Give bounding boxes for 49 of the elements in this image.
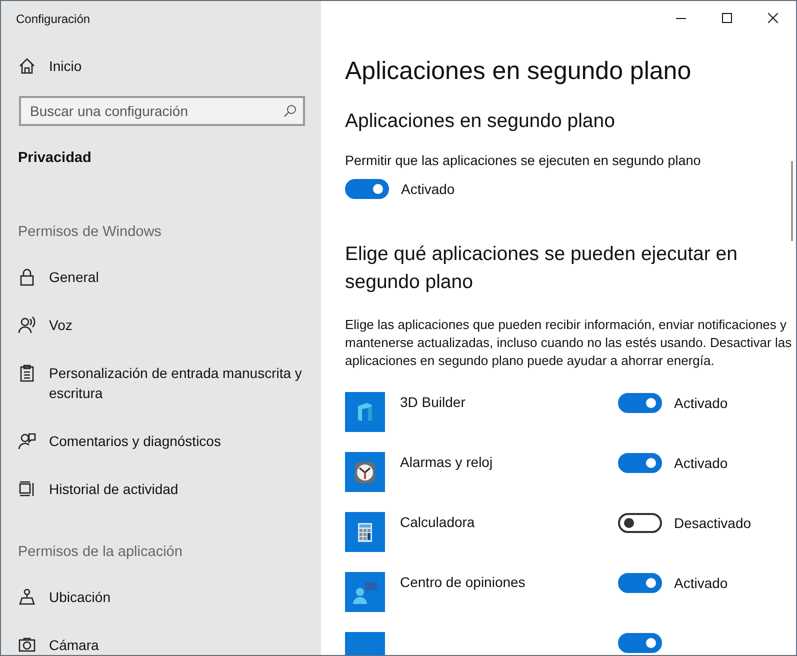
nav-item[interactable]: Comentarios y diagnósticos <box>1 431 321 451</box>
app-name: Alarmas y reloj <box>399 454 494 470</box>
section-heading: Elige qué aplicaciones se pueden ejecutar en segundo plano <box>345 242 738 295</box>
setting-label: Permitir que las aplicaciones se ejecuten en segundo plano <box>345 153 702 168</box>
person-comment-icon <box>18 432 36 450</box>
home-icon <box>18 57 36 75</box>
timeline-icon <box>18 480 36 498</box>
calculator-icon <box>345 512 385 552</box>
app-name: 3D Builder <box>399 394 466 410</box>
clock-icon <box>345 452 385 492</box>
clipboard-icon <box>18 364 36 382</box>
toggle-switch[interactable] <box>618 633 662 653</box>
person-comment-icon <box>345 572 385 612</box>
section-heading: Aplicaciones en segundo plano <box>345 109 616 134</box>
search-field[interactable]: Buscar una configuración <box>19 96 305 126</box>
nav-item[interactable]: Personalización de entrada manuscrita y escritura <box>1 363 321 403</box>
person-sound-icon <box>18 316 36 334</box>
toggle-state: Activado <box>674 395 728 411</box>
section-title: Privacidad <box>17 150 92 166</box>
scrollbar[interactable] <box>791 161 793 241</box>
toggle-state: Activado <box>674 455 728 471</box>
toggle-switch[interactable] <box>618 513 662 533</box>
nav-item[interactable]: Cámara <box>1 635 321 655</box>
cube-icon <box>345 392 385 432</box>
toggle-switch[interactable] <box>618 453 662 473</box>
app-name: Centro de opiniones <box>399 574 526 590</box>
nav-item[interactable]: Voz <box>1 315 321 335</box>
window-title: Configuración <box>15 11 92 26</box>
group-heading: Permisos de Windows <box>17 224 162 240</box>
page-title: Aplicaciones en segundo plano <box>345 57 692 86</box>
person-pin-icon <box>18 588 36 606</box>
close-button[interactable] <box>768 13 778 23</box>
group-heading: Permisos de la aplicación <box>17 544 184 560</box>
nav-item[interactable]: Historial de actividad <box>1 479 321 499</box>
toggle-state: Activado <box>674 575 728 591</box>
camera-icon <box>18 636 36 654</box>
lock-icon <box>18 268 36 286</box>
toggle-switch[interactable] <box>618 393 662 413</box>
toggle-state: Desactivado <box>674 515 752 531</box>
nav-item[interactable]: Ubicación <box>1 587 321 607</box>
nav-item[interactable]: General <box>1 267 321 287</box>
toggle-switch[interactable] <box>345 179 389 199</box>
toggle-state: Activado <box>401 181 455 197</box>
maximize-button[interactable] <box>722 13 732 23</box>
app-name: Calculadora <box>399 514 476 530</box>
toggle-switch[interactable] <box>618 573 662 593</box>
nav-item[interactable]: Inicio <box>1 56 321 76</box>
search-icon <box>283 104 297 118</box>
description: Elige las aplicaciones que pueden recibir información, enviar notificaciones y mantenerse actualizadas, incluso cuando no las estés usando. Desactivar las aplicaciones en segundo plano puede ayudar a ahorrar energía. <box>345 316 793 370</box>
